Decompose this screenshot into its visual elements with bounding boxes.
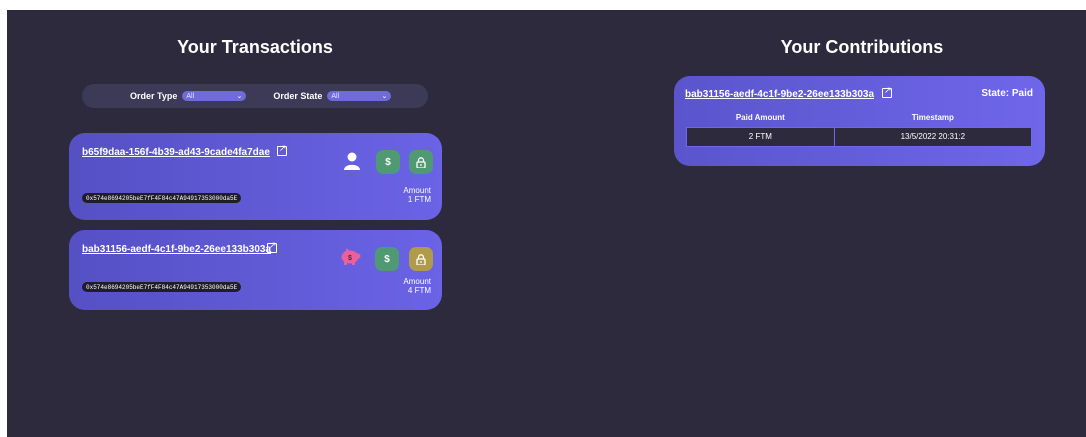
external-link-icon[interactable] <box>267 241 277 253</box>
contribution-id-link[interactable]: bab31156-aedf-4c1f-9be2-26ee133b303a <box>685 89 874 100</box>
lock-button[interactable] <box>409 150 433 174</box>
order-type-value: All <box>186 92 195 100</box>
contribution-table: Paid Amount Timestamp 2 FTM 13/5/2022 20… <box>686 108 1033 147</box>
lock-icon <box>416 253 426 265</box>
column-header: Timestamp <box>911 112 954 122</box>
table-header-row: Paid Amount Timestamp <box>687 108 1032 127</box>
column-header: Paid Amount <box>735 112 785 122</box>
external-link-icon[interactable] <box>882 86 892 98</box>
external-link-icon[interactable] <box>277 144 287 156</box>
pay-button[interactable]: $ <box>375 247 399 271</box>
amount-value: 4 FTM <box>407 286 431 295</box>
amount-value: 1 FTM <box>407 195 431 204</box>
transaction-id-link[interactable]: b65f9daa-156f-4b39-ad43-9cade4fa7dae <box>82 147 270 158</box>
wallet-address: 0x574e8694205beE7fF4F84c47A94917353000da… <box>82 282 242 292</box>
contribution-state: State: Paid <box>981 88 1033 99</box>
transaction-card: b65f9daa-156f-4b39-ad43-9cade4fa7dae $ 0… <box>69 133 442 220</box>
pay-button[interactable]: $ <box>376 150 400 174</box>
lock-icon <box>416 156 426 168</box>
amount-block: Amount 4 FTM <box>403 277 431 295</box>
amount-label: Amount <box>403 277 431 286</box>
svg-text:$: $ <box>348 255 352 262</box>
amount-label: Amount <box>403 186 431 195</box>
dollar-icon: $ <box>385 156 391 168</box>
wallet-address: 0x574e8694205beE7fF4F84c47A94917353000da… <box>82 193 242 203</box>
filters-bar: Order Type All ⌄ Order State All ⌄ <box>82 84 428 108</box>
paid-amount-cell: 2 FTM <box>686 126 835 147</box>
order-state-value: All <box>331 92 340 100</box>
transaction-card: bab31156-aedf-4c1f-9be2-26ee133b303a $ $… <box>69 230 442 310</box>
transaction-id-link[interactable]: bab31156-aedf-4c1f-9be2-26ee133b303a <box>82 244 271 255</box>
contributions-title: Your Contributions <box>780 37 944 57</box>
table-row: 2 FTM 13/5/2022 20:31:2 <box>686 126 1033 147</box>
transactions-title: Your Transactions <box>177 37 333 57</box>
user-icon <box>342 151 362 171</box>
order-state-label: Order State <box>273 91 323 101</box>
timestamp-cell: 13/5/2022 20:31:2 <box>833 126 1033 147</box>
amount-block: Amount 1 FTM <box>403 186 431 204</box>
contribution-card: bab31156-aedf-4c1f-9be2-26ee133b303a Sta… <box>674 76 1045 166</box>
chevron-down-icon: ⌄ <box>381 93 388 100</box>
order-type-select[interactable]: All ⌄ <box>182 91 247 101</box>
piggy-bank-icon: $ <box>339 246 361 266</box>
chevron-down-icon: ⌄ <box>236 93 243 100</box>
order-state-select[interactable]: All ⌄ <box>327 91 392 101</box>
dollar-icon: $ <box>384 253 390 265</box>
order-type-label: Order Type <box>130 91 178 101</box>
lock-button[interactable] <box>409 247 433 271</box>
app-root: Your Transactions Your Contributions Ord… <box>7 10 1086 437</box>
